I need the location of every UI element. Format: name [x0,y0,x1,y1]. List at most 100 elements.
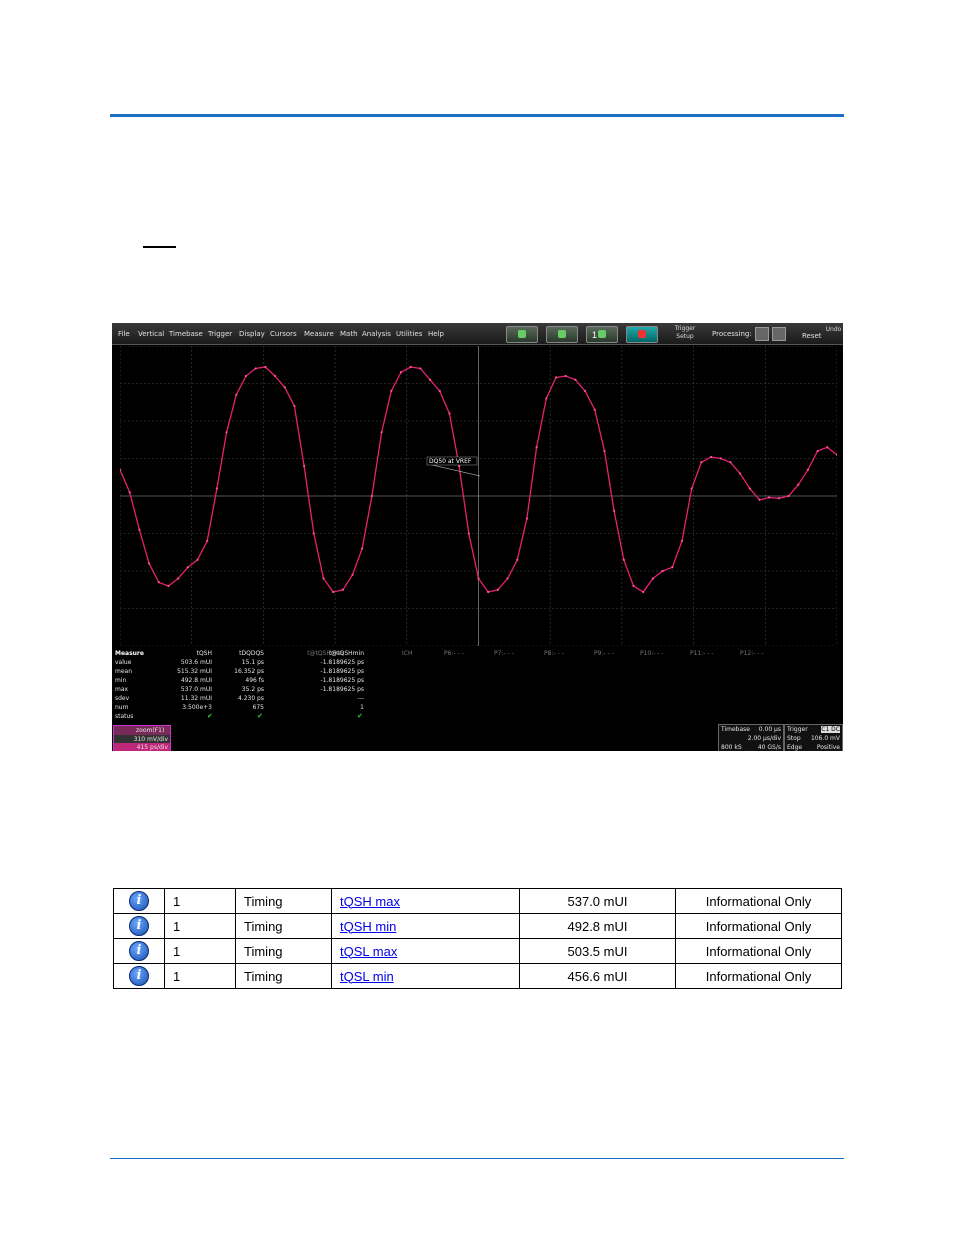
trace-point [797,483,800,486]
measure-value: 515.32 mUI [177,668,212,675]
measure-value: 492.8 mUI [180,677,212,684]
measure-slot-label[interactable]: P12:- - - [740,650,764,657]
measure-column-header[interactable]: tDQDQS [239,650,264,657]
undo-button[interactable]: Undo [825,326,842,333]
menu-utilities[interactable]: Utilities [396,330,422,338]
trigger-box[interactable]: Trigger C1 DC Stop 106.0 mV Edge Positiv… [784,724,843,751]
measure-value: --- [357,695,365,702]
zoom-trace-badge[interactable]: zoom(F1) 310 mV/div 415 ps/div [113,725,171,751]
trace-point [351,573,354,576]
trigger-setup-button[interactable]: Trigger Setup [670,325,700,341]
timebase-label: Timebase [721,726,750,733]
trace-point [438,389,441,393]
trace-point [273,374,277,378]
menu-math[interactable]: Math [340,330,358,338]
measure-slot-label[interactable]: P11:- - - [690,650,714,657]
value-cell: 537.0 mUI [519,888,676,914]
count-cell: 1 [164,888,236,914]
measure-slot-label[interactable]: P9:- - - [594,650,614,657]
trace-point [709,455,713,459]
menu-timebase[interactable]: Timebase [169,330,203,338]
gridlines [120,346,837,646]
menu-file[interactable]: File [118,330,130,338]
stop-button[interactable] [755,327,769,341]
play-button[interactable] [772,327,786,341]
category-cell: Timing [235,888,332,914]
menu-measure[interactable]: Measure [304,330,334,338]
trace-point [312,532,315,535]
menu-trigger[interactable]: Trigger [208,330,232,338]
menu-cursors[interactable]: Cursors [270,330,297,338]
measure-value: 11.32 mUI [180,695,212,702]
icon-cell: i [113,938,165,964]
measure-slot-label[interactable]: ICH [402,650,412,657]
table-row: i 1 Timing tQSH max 537.0 mUI Informational O… [113,888,842,914]
measure-slot-label[interactable]: P8:- - - [544,650,564,657]
test-link[interactable]: tQSH min [340,919,396,934]
menu-help[interactable]: Help [428,330,444,338]
trace-point [196,558,199,561]
test-link[interactable]: tQSL max [340,944,397,959]
annotation-label: DQ50 at VREF [429,458,472,465]
status-check-icon: ✔ [257,712,263,720]
record-button[interactable] [626,326,658,343]
zoom-label: zoom(F1) [136,727,165,734]
zoom-tdiv: 415 ps/div [136,744,168,751]
trace-point [719,457,722,460]
measure-slot-label[interactable]: P6:- - - [444,650,464,657]
row-label-max: max [115,686,129,693]
measure-slot-label[interactable]: P7:- - - [494,650,514,657]
test-name-cell: tQSL max [331,938,520,964]
icon-cell: i [113,963,165,989]
category-cell: Timing [235,913,332,939]
channel-icon [518,330,526,338]
measure-value: 675 [252,704,264,711]
trace-point [206,539,209,543]
record-icon [638,330,646,338]
timebase-tdiv: 2.00 µs/div [747,735,781,742]
test-link[interactable]: tQSL min [340,969,394,984]
scope-menubar: File Vertical Timebase Trigger Display C… [112,323,843,345]
annotation-leader [427,463,481,477]
trace-point [186,566,189,569]
test-link[interactable]: tQSH max [340,894,400,909]
timebase-box[interactable]: Timebase 0.00 µs 2.00 µs/div 800 kS 40 G… [718,724,784,751]
trace-point [506,577,509,580]
measure-value: -1.8189625 ps [320,659,364,666]
timebase-samples: 800 kS [721,744,742,751]
trace-point [477,577,480,580]
measure-value: 496 fs [245,677,264,684]
trigger-label: Trigger [787,726,808,733]
trace-point [729,461,732,464]
measure-column-header[interactable]: t@tQSHmin [329,650,364,657]
toolbar-button-3[interactable]: 1 [586,326,618,343]
toolbar-button-1[interactable] [506,326,538,343]
trace-point [332,590,335,594]
trace-point [739,472,742,475]
table-row: i 1 Timing tQSL min 456.6 mUI Informational O… [113,963,842,989]
table-row: i 1 Timing tQSL max 503.5 mUI Informational O… [113,938,842,964]
measure-value: 1 [360,704,364,711]
count-cell: 1 [164,913,236,939]
trigger-slope: Positive [816,744,840,751]
measurement-panel: Measure value mean min max sdev num stat… [112,649,843,751]
results-table: i 1 Timing tQSH max 537.0 mUI Informational O… [113,888,842,989]
table-row: i 1 Timing tQSH min 492.8 mUI Informational O… [113,913,842,939]
timebase-rate: 40 GS/s [757,744,781,751]
trace-point [467,532,470,535]
zoom-vdiv: 310 mV/div [133,736,168,743]
test-name-cell: tQSH min [331,913,520,939]
measure-slot-label[interactable]: P10:- - - [640,650,664,657]
trace-point [370,494,374,498]
trace-point [632,584,635,588]
reset-button[interactable]: Reset [802,332,822,340]
trigger-tag: C1 DC [821,726,840,733]
menu-vertical[interactable]: Vertical [138,330,164,338]
toolbar-button-2[interactable] [546,326,578,343]
measure-column-header[interactable]: tQSH [197,650,212,657]
menu-display[interactable]: Display [239,330,265,338]
trace-point [690,487,693,490]
trace-point [225,431,228,434]
trace-point [748,487,751,490]
menu-analysis[interactable]: Analysis [362,330,391,338]
